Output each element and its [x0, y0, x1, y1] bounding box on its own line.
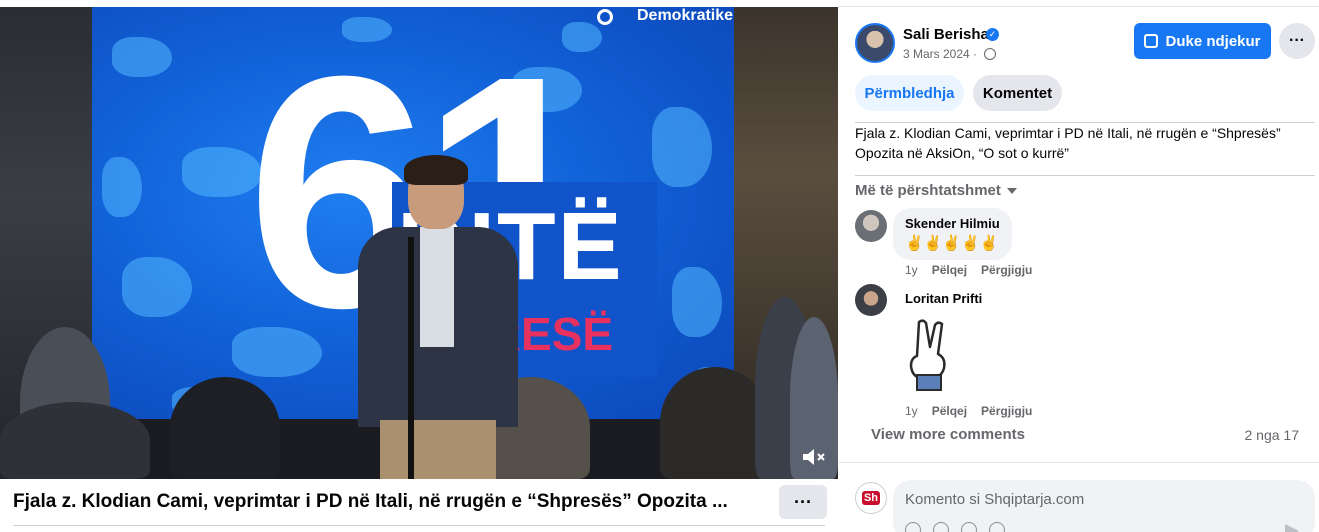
facebook-video-post-view: Demokratike 61 DITË ORESË: [0, 0, 1319, 532]
post-side-panel: Sali Berisha ✓ 3 Mars 2024 · Duke ndjeku…: [838, 0, 1319, 532]
divider: [855, 175, 1315, 176]
post-date[interactable]: 3 Mars 2024 ·: [903, 47, 977, 61]
camera-icon[interactable]: [961, 522, 977, 532]
microphone-stand: [408, 237, 414, 479]
public-globe-icon: [984, 48, 996, 60]
comment-composer[interactable]: [893, 480, 1315, 532]
victory-hand-sticker: [905, 318, 953, 392]
following-button[interactable]: Duke ndjekur: [1134, 23, 1271, 59]
current-user-avatar-text: Sh: [861, 491, 881, 505]
gif-icon[interactable]: [989, 522, 1005, 532]
comment-author[interactable]: Loritan Prifti: [905, 291, 982, 306]
comment-sort-dropdown[interactable]: Më të përshtatshmet: [855, 182, 1017, 199]
video-more-options-button[interactable]: ···: [779, 485, 827, 519]
volume-muted-icon[interactable]: [800, 445, 828, 469]
video-title: Fjala z. Klodian Cami, veprimtar i PD në…: [13, 491, 728, 512]
comment-actions: 1y Pëlqej Përgjigju: [905, 404, 1032, 418]
tab-comments[interactable]: Komentet: [973, 75, 1062, 111]
comment-actions: 1y Pëlqej Përgjigju: [905, 263, 1032, 277]
post-date-text[interactable]: 3 Mars 2024: [903, 47, 970, 61]
comment-avatar[interactable]: [855, 210, 887, 242]
send-icon[interactable]: [1285, 524, 1299, 532]
comment-like-button[interactable]: Pëlqej: [932, 263, 967, 277]
author-avatar[interactable]: [855, 23, 895, 63]
audience-person: [0, 402, 150, 479]
screen-brand-text: Demokratike: [637, 7, 734, 24]
audience-person: [660, 367, 770, 479]
current-user-avatar[interactable]: Sh: [855, 482, 887, 514]
comment-time[interactable]: 1y: [905, 404, 918, 418]
comment-like-button[interactable]: Pëlqej: [932, 404, 967, 418]
avatar-sticker-icon[interactable]: [905, 522, 921, 532]
verified-badge-icon: ✓: [986, 28, 999, 41]
emoji-icon[interactable]: [933, 522, 949, 532]
post-caption: Fjala z. Klodian Cami, veprimtar i PD në…: [855, 125, 1281, 161]
comment-text: ✌️✌️✌️✌️✌️: [905, 235, 999, 252]
date-separator: ·: [973, 47, 978, 61]
following-button-label: Duke ndjekur: [1165, 32, 1261, 50]
divider: [838, 462, 1319, 463]
comment-bubble: Skender Hilmiu ✌️✌️✌️✌️✌️: [893, 208, 1012, 260]
comment-sort-label: Më të përshtatshmet: [855, 182, 1001, 199]
comment-avatar[interactable]: [855, 284, 887, 316]
audience-person: [170, 377, 280, 479]
speaker-figure: [358, 155, 518, 479]
post-more-options-button[interactable]: ···: [1279, 23, 1315, 59]
video-player[interactable]: Demokratike 61 DITË ORESË: [0, 7, 838, 479]
composer-tools: [905, 522, 1005, 532]
comment-time[interactable]: 1y: [905, 263, 918, 277]
video-title-bar: Fjala z. Klodian Cami, veprimtar i PD në…: [0, 479, 838, 532]
chevron-down-icon: [1006, 188, 1017, 195]
following-check-icon: [1144, 34, 1159, 48]
view-more-comments-link[interactable]: View more comments: [871, 426, 1025, 443]
comment-reply-button[interactable]: Përgjigju: [981, 404, 1032, 418]
comment-counter: 2 nga 17: [1244, 427, 1300, 443]
comment-input[interactable]: [905, 489, 1285, 509]
party-logo-icon: [597, 9, 613, 25]
comment-reply-button[interactable]: Përgjigju: [981, 263, 1032, 277]
divider: [838, 6, 1319, 7]
author-name[interactable]: Sali Berisha: [903, 26, 989, 43]
tab-summary[interactable]: Përmbledhja: [855, 75, 964, 111]
divider: [13, 525, 825, 526]
comment-author[interactable]: Skender Hilmiu: [905, 216, 1000, 231]
